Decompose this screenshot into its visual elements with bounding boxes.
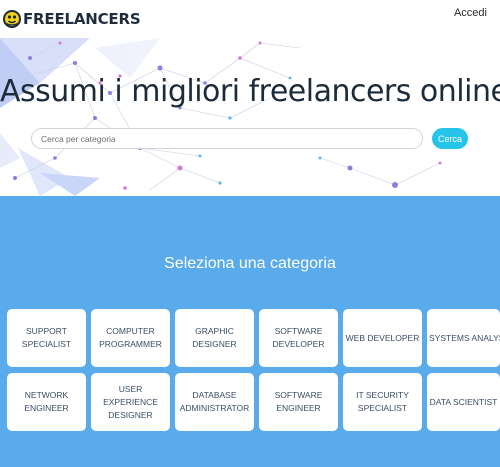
category-card[interactable]: COMPUTER PROGRAMMER	[91, 309, 170, 367]
hero-title: Assumi i migliori freelancers online	[0, 74, 500, 109]
category-card[interactable]: SUPPORT SPECIALIST	[7, 309, 86, 367]
category-card[interactable]: DATABASE ADMINISTRATOR	[175, 373, 254, 431]
search-button[interactable]: Cerca	[432, 128, 468, 149]
hero-section: Assumi i migliori freelancers online Cer…	[0, 38, 500, 196]
category-card[interactable]: GRAPHIC DESIGNER	[175, 309, 254, 367]
network-background-graphic	[0, 38, 442, 196]
top-navbar: FREELANCERS Accedi	[0, 0, 500, 38]
category-card[interactable]: SOFTWARE DEVELOPER	[259, 309, 338, 367]
category-card[interactable]: NETWORK ENGINEER	[7, 373, 86, 431]
category-card[interactable]: SOFTWARE ENGINEER	[259, 373, 338, 431]
freelancers-logo-icon	[2, 9, 22, 29]
category-card[interactable]: SYSTEMS ANALYST	[427, 309, 500, 367]
category-card[interactable]: USER EXPERIENCE DESIGNER	[91, 373, 170, 431]
categories-section: Seleziona una categoria SUPPORT SPECIALI…	[0, 196, 500, 467]
login-link[interactable]: Accedi	[454, 7, 487, 19]
categories-title: Seleziona una categoria	[164, 255, 336, 272]
search-bar	[31, 128, 423, 149]
category-search-input[interactable]	[31, 128, 423, 149]
category-card[interactable]: WEB DEVELOPER	[343, 309, 422, 367]
category-card[interactable]: DATA SCIENTIST	[427, 373, 500, 431]
logo-text: FREELANCERS	[23, 10, 141, 28]
category-card[interactable]: IT SECURITY SPECIALIST	[343, 373, 422, 431]
brand-logo[interactable]: FREELANCERS	[2, 6, 141, 32]
